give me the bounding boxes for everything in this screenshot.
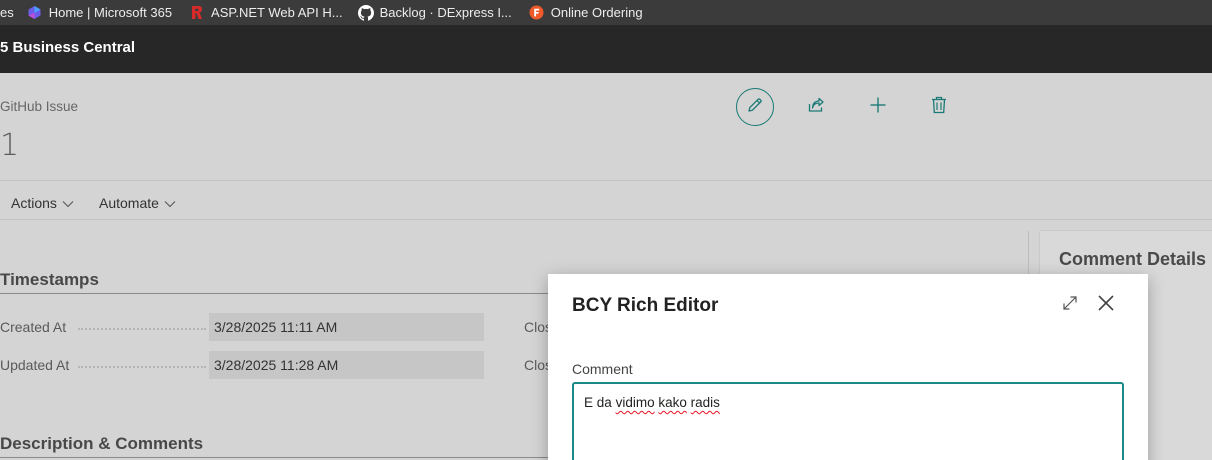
- page-record-title: 1: [0, 128, 20, 163]
- chevron-down-icon: [62, 195, 74, 211]
- bookmark-item-online-ordering[interactable]: Online Ordering: [529, 0, 643, 25]
- comment-word-misspelled: kako: [658, 395, 687, 410]
- page-action-bar: [736, 88, 958, 126]
- expand-icon: [1061, 294, 1079, 317]
- section-divider: [0, 457, 560, 458]
- plus-icon: [869, 96, 887, 119]
- chevron-down-icon: [164, 195, 176, 211]
- dotted-leader: [78, 366, 206, 368]
- share-icon: [807, 96, 825, 119]
- comment-word-misspelled: vidimo: [615, 395, 655, 410]
- bookmark-item-backlog[interactable]: Backlog · DExpress I...: [357, 0, 512, 25]
- share-button[interactable]: [797, 88, 835, 126]
- comment-word-misspelled: radis: [690, 395, 720, 410]
- comment-word: E: [584, 395, 594, 410]
- action-menu-bar: Actions Automate: [0, 180, 1212, 220]
- online-ordering-icon: [529, 5, 544, 20]
- close-button[interactable]: [1094, 293, 1118, 317]
- bookmark-item-asp-net[interactable]: ASP.NET Web API H...: [189, 0, 343, 25]
- bookmark-label: Backlog · DExpress I...: [379, 5, 512, 20]
- bookmark-label: ASP.NET Web API H...: [211, 5, 343, 20]
- app-title[interactable]: 5 Business Central: [0, 39, 135, 56]
- bookmark-item-microsoft-365[interactable]: Home | Microsoft 365: [27, 0, 172, 25]
- timestamps-section-title[interactable]: Timestamps: [0, 270, 99, 290]
- comment-label: Comment: [572, 361, 633, 377]
- created-at-value[interactable]: 3/28/2025 11:11 AM: [209, 313, 484, 341]
- rich-editor-dialog: BCY Rich Editor Comment E da vidimo kako…: [548, 274, 1148, 460]
- asp-net-icon: [189, 5, 204, 20]
- menu-label: Actions: [11, 194, 57, 211]
- pencil-icon: [746, 96, 764, 119]
- microsoft-365-icon: [27, 5, 42, 20]
- dialog-title: BCY Rich Editor: [572, 295, 719, 316]
- actions-menu[interactable]: Actions: [11, 194, 74, 211]
- page-caption: GitHub Issue: [0, 99, 79, 114]
- field-label: Updated At: [0, 357, 70, 373]
- created-at-field: Created At 3/28/2025 11:11 AM: [0, 313, 484, 341]
- bookmark-label: es: [0, 5, 14, 20]
- menu-label: Automate: [99, 194, 159, 211]
- updated-at-value[interactable]: 3/28/2025 11:28 AM: [209, 351, 484, 379]
- bookmark-item-folder[interactable]: es: [0, 0, 14, 25]
- updated-at-field: Updated At 3/28/2025 11:28 AM: [0, 351, 484, 379]
- dotted-leader: [78, 328, 206, 330]
- factbox-title[interactable]: Comment Details: [1059, 249, 1206, 270]
- description-section-title[interactable]: Description & Comments: [0, 434, 203, 454]
- close-icon: [1097, 294, 1115, 317]
- expand-button[interactable]: [1058, 293, 1082, 317]
- comment-editor[interactable]: E da vidimo kako radis: [572, 382, 1124, 460]
- automate-menu[interactable]: Automate: [99, 194, 176, 211]
- bookmark-label: Home | Microsoft 365: [48, 5, 173, 20]
- trash-icon: [931, 96, 947, 119]
- new-button[interactable]: [859, 88, 897, 126]
- comment-word: da: [596, 395, 612, 410]
- section-divider: [0, 293, 560, 294]
- app-header: 5 Business Central: [0, 25, 1212, 73]
- bookmarks-bar: es Home | Microsoft 365 ASP.NET Web API …: [0, 0, 1212, 25]
- edit-button[interactable]: [736, 88, 774, 126]
- bookmark-label: Online Ordering: [550, 5, 643, 20]
- field-label: Created At: [0, 319, 67, 335]
- delete-button[interactable]: [920, 88, 958, 126]
- github-icon: [357, 5, 374, 21]
